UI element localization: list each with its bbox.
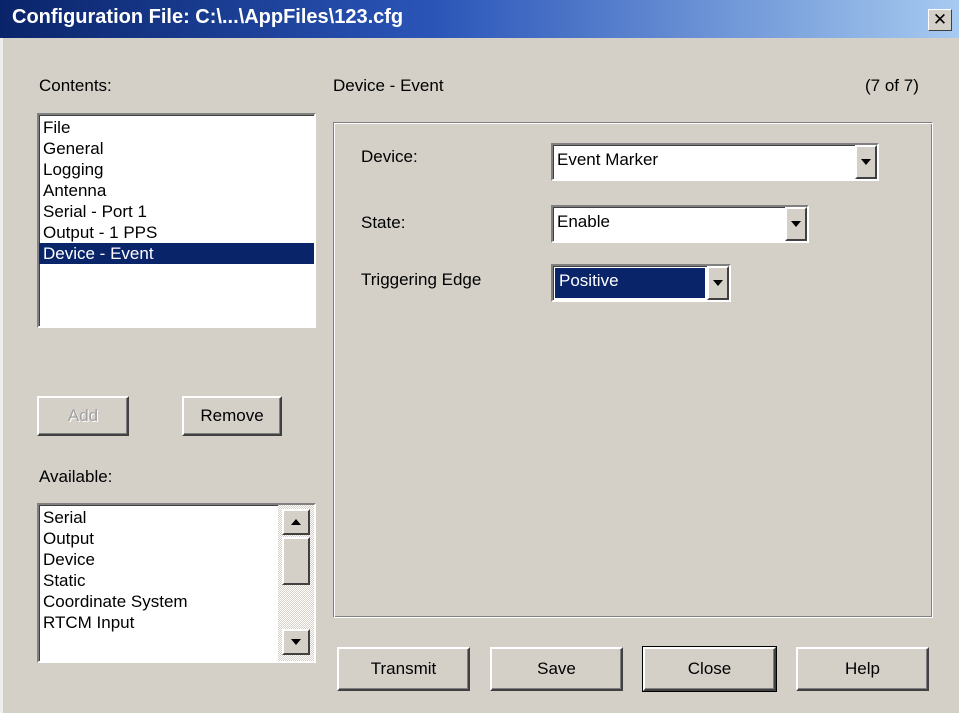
- scroll-down-button[interactable]: [282, 629, 310, 655]
- available-item-output[interactable]: Output: [39, 528, 276, 549]
- arrow-down-icon: [291, 639, 301, 645]
- state-value: Enable: [557, 212, 610, 231]
- window-edge: [0, 38, 3, 713]
- close-button[interactable]: Close: [642, 646, 777, 692]
- page-counter: (7 of 7): [865, 76, 919, 95]
- settings-panel: [333, 122, 933, 618]
- available-item-device[interactable]: Device: [39, 549, 276, 570]
- device-value: Event Marker: [557, 150, 659, 169]
- scroll-up-button[interactable]: [282, 509, 310, 535]
- chevron-down-icon: [713, 280, 723, 286]
- contents-list[interactable]: File General Logging Antenna Serial - Po…: [37, 113, 316, 328]
- device-dropdown-button[interactable]: [855, 145, 877, 179]
- remove-button[interactable]: Remove: [182, 396, 282, 436]
- chevron-down-icon: [791, 221, 801, 227]
- device-select[interactable]: Event Marker: [551, 143, 879, 181]
- chevron-down-icon: [861, 159, 871, 165]
- contents-item-general[interactable]: General: [39, 138, 314, 159]
- close-window-button[interactable]: ✕: [928, 9, 952, 31]
- triggering-edge-select[interactable]: Positive: [551, 264, 731, 302]
- transmit-button[interactable]: Transmit: [337, 647, 470, 691]
- contents-item-file[interactable]: File: [39, 117, 314, 138]
- available-list[interactable]: Serial Output Device Static Coordinate S…: [37, 503, 316, 663]
- available-item-coordinate-system[interactable]: Coordinate System: [39, 591, 276, 612]
- triggering-edge-value: Positive: [555, 268, 705, 298]
- scroll-thumb[interactable]: [282, 537, 310, 585]
- triggering-edge-dropdown-button[interactable]: [707, 266, 729, 300]
- contents-item-serial-port-1[interactable]: Serial - Port 1: [39, 201, 314, 222]
- add-button[interactable]: Add: [37, 396, 129, 436]
- state-dropdown-button[interactable]: [785, 207, 807, 241]
- arrow-up-icon: [291, 519, 301, 525]
- state-label: State:: [361, 213, 406, 232]
- window-title: Configuration File: C:\...\AppFiles\123.…: [12, 6, 404, 28]
- device-label: Device:: [361, 147, 418, 166]
- contents-item-antenna[interactable]: Antenna: [39, 180, 314, 201]
- contents-item-output-1-pps[interactable]: Output - 1 PPS: [39, 222, 314, 243]
- save-button[interactable]: Save: [490, 647, 623, 691]
- contents-item-logging[interactable]: Logging: [39, 159, 314, 180]
- section-title: Device - Event: [333, 76, 444, 95]
- available-item-static[interactable]: Static: [39, 570, 276, 591]
- contents-label: Contents:: [39, 76, 112, 95]
- close-icon: ✕: [932, 10, 948, 29]
- available-scrollbar[interactable]: [278, 505, 314, 661]
- available-label: Available:: [39, 467, 113, 486]
- help-button[interactable]: Help: [796, 647, 929, 691]
- available-item-rtcm-input[interactable]: RTCM Input: [39, 612, 276, 633]
- triggering-edge-label: Triggering Edge: [361, 270, 482, 289]
- state-select[interactable]: Enable: [551, 205, 809, 243]
- contents-item-device-event[interactable]: Device - Event: [39, 243, 314, 264]
- available-item-serial[interactable]: Serial: [39, 507, 276, 528]
